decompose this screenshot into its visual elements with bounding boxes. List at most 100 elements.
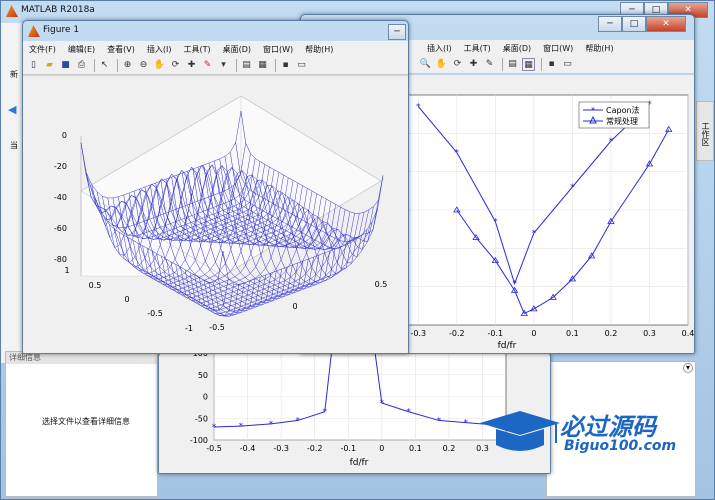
zoom-out-icon[interactable]: ⊖: [137, 59, 150, 72]
new-figure-icon[interactable]: ▯: [27, 59, 40, 72]
rotate-icon[interactable]: ⟳: [451, 58, 464, 71]
watermark-name: 必过源码: [560, 413, 656, 441]
zoom-in-icon[interactable]: ⊕: [121, 59, 134, 72]
fig3-xtick-5: 0: [379, 444, 384, 453]
fig1-ltick-4: -1: [185, 324, 193, 333]
fig1-menu-6[interactable]: 窗口(W): [263, 44, 293, 55]
brush-icon[interactable]: ✎: [483, 58, 496, 71]
fig2-minimize-button[interactable]: ─: [598, 16, 622, 32]
fig3-xtick-6: 0.1: [409, 444, 422, 453]
fig1-menubar: 文件(F) 编辑(E) 查看(V) 插入(I) 工具(T) 桌面(D) 窗口(W) 帮助(H): [23, 41, 408, 57]
fig3-ytick-3: -50: [195, 414, 208, 423]
capon-point-4: *: [532, 229, 537, 239]
watermark: 必过源码 Biguo100.com: [476, 405, 706, 460]
fig2-menu-3[interactable]: 窗口(W): [543, 43, 573, 54]
fig2-xlabel: fd/fr: [498, 341, 517, 351]
fig2-menu-4[interactable]: 帮助(H): [585, 43, 613, 54]
capon-point-1: *: [455, 149, 460, 159]
matlab-logo-icon: [6, 5, 18, 17]
link-icon[interactable]: ▤: [506, 58, 519, 71]
fig2-xtick-5: 0.2: [605, 329, 618, 338]
fig1-menu-0[interactable]: 文件(F): [29, 44, 56, 55]
legend-icon[interactable]: ▪: [545, 58, 558, 71]
rotate-icon[interactable]: ⟳: [169, 59, 182, 72]
fig2-legend[interactable]: * Capon法 常规处理: [578, 101, 650, 129]
save-icon[interactable]: ■: [59, 59, 72, 72]
fig1-rtick-1: 0: [292, 302, 297, 311]
pan-icon[interactable]: ✋: [435, 58, 448, 71]
data-cursor-icon[interactable]: ✚: [185, 59, 198, 72]
legend-icon[interactable]: ▪: [279, 59, 292, 72]
print-icon[interactable]: ⎙: [75, 59, 88, 72]
fig1-menu-7[interactable]: 帮助(H): [305, 44, 333, 55]
legend-capon: Capon法: [606, 105, 640, 115]
fig2-menu-0[interactable]: 插入(I): [427, 43, 452, 54]
figure-1-titlebar[interactable]: Figure 1 ─: [23, 21, 408, 42]
fig1-ztick-1: -20: [54, 162, 67, 171]
fig3-point-8: *: [463, 419, 468, 429]
plot-tools-icon[interactable]: ▭: [295, 59, 308, 72]
colorbar-icon[interactable]: ▦: [522, 58, 535, 71]
chevron-down-icon[interactable]: ▾: [683, 363, 693, 373]
fig2-xtick-4: 0.1: [566, 329, 579, 338]
details-prompt: 选择文件以查看详细信息: [42, 417, 130, 426]
details-panel: 详细信息 选择文件以查看详细信息: [5, 351, 158, 497]
link-icon[interactable]: ▤: [240, 59, 253, 72]
colorbar-icon[interactable]: ▦: [256, 59, 269, 72]
fig1-ltick-1: 0.5: [89, 281, 102, 290]
fig2-menu-2[interactable]: 桌面(D): [503, 43, 531, 54]
fig1-rtick-0: -0.5: [209, 323, 225, 332]
fig1-ztick-0: 0: [62, 131, 67, 140]
pan-icon[interactable]: ✋: [153, 59, 166, 72]
fig3-xlabel: fd/fr: [350, 458, 369, 468]
capon-point-2: *: [493, 218, 498, 228]
fig3-xtick-3: -0.2: [307, 444, 323, 453]
fig2-xtick-2: -0.1: [488, 329, 504, 338]
fig2-close-button[interactable]: ✕: [646, 16, 686, 32]
fig2-menu-1[interactable]: 工具(T): [464, 43, 491, 54]
matlab-partial-label: 新: [10, 70, 18, 79]
open-icon[interactable]: ▰: [43, 59, 56, 72]
watermark-site: Biguo100.com: [564, 438, 677, 454]
fig1-minimize-button[interactable]: ─: [388, 24, 406, 40]
fig1-ltick-0: 1: [64, 266, 69, 275]
plot-tools-icon[interactable]: ▭: [561, 58, 574, 71]
fig2-xtick-7: 0.4: [682, 329, 695, 338]
fig1-menu-2[interactable]: 查看(V): [107, 44, 135, 55]
current-folder-label: 当: [10, 141, 18, 150]
fig3-point-7: *: [437, 416, 442, 426]
fig3-point-0: *: [212, 423, 217, 433]
fig2-maximize-button[interactable]: □: [622, 16, 646, 32]
fig1-ztick-3: -60: [54, 224, 67, 233]
figure-1-window: Figure 1 ─ 文件(F) 编辑(E) 查看(V) 插入(I) 工具(T) 桌面(D…: [22, 20, 409, 354]
fig1-menu-5[interactable]: 桌面(D): [223, 44, 251, 55]
fig3-ytick-1: 50: [198, 371, 208, 380]
back-arrow-icon[interactable]: ◀: [8, 103, 16, 116]
fig1-menu-3[interactable]: 插入(I): [147, 44, 172, 55]
svg-text:*: *: [591, 106, 595, 115]
chevron-down-icon[interactable]: ▾: [217, 59, 230, 72]
matlab-left-strip: 新 ◀ 当: [1, 23, 23, 363]
fig1-menu-4[interactable]: 工具(T): [183, 44, 210, 55]
figure-1-title: Figure 1: [43, 25, 80, 35]
fig1-ztick-2: -40: [54, 193, 67, 202]
fig1-toolbar: ▯ ▰ ■ ⎙ ↖ ⊕ ⊖ ✋ ⟳ ✚ ✎ ▾ ▤ ▦ ▪ ▭: [23, 57, 408, 75]
legend-normal: 常规处理: [606, 116, 638, 126]
fig1-rtick-2: 0.5: [375, 280, 388, 289]
workspace-side-tab[interactable]: 工作区: [696, 101, 714, 161]
fig3-point-4: *: [323, 408, 328, 418]
fig1-menu-1[interactable]: 编辑(E): [68, 44, 95, 55]
fig2-xtick-3: 0: [531, 329, 536, 338]
fig3-xtick-7: 0.2: [443, 444, 456, 453]
data-cursor-icon[interactable]: ✚: [467, 58, 480, 71]
pointer-icon[interactable]: ↖: [98, 59, 111, 72]
fig1-ltick-2: 0: [124, 295, 129, 304]
capon-point-6: *: [609, 137, 614, 147]
fig3-point-3: *: [296, 416, 301, 426]
fig2-xtick-6: 0.3: [643, 329, 656, 338]
fig3-xtick-2: -0.3: [273, 444, 289, 453]
brush-icon[interactable]: ✎: [201, 59, 214, 72]
zoom-out-icon[interactable]: 🔍: [419, 58, 432, 71]
fig1-ztick-4: -80: [54, 255, 67, 264]
fig2-xtick-0: -0.3: [410, 329, 426, 338]
